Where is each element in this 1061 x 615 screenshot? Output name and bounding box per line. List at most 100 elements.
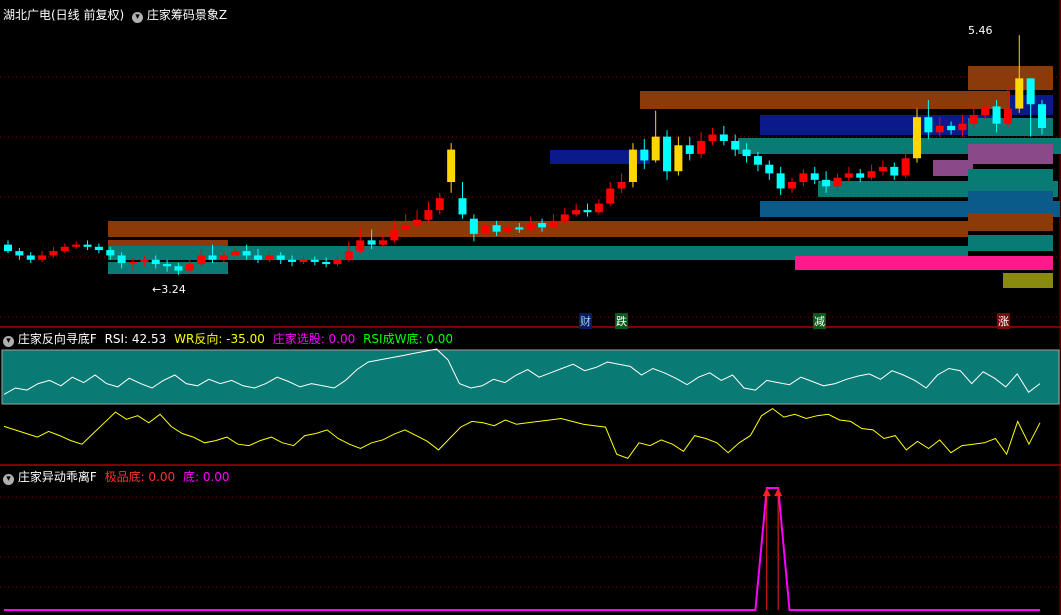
chevron-down-icon[interactable]: ▾ xyxy=(3,474,14,485)
candle-body xyxy=(731,140,740,150)
candle-body xyxy=(310,259,319,262)
candle-body xyxy=(663,136,672,172)
candle-body xyxy=(969,115,978,124)
candle-body xyxy=(435,198,444,211)
chart-canvas xyxy=(0,0,1061,615)
band-olive xyxy=(1003,273,1053,288)
panel3-indicator[interactable]: 庄家异动乖离F xyxy=(18,470,97,484)
bottom-arrow xyxy=(774,488,783,496)
panel3-title-row: ▾ 庄家异动乖离F 极品底: 0.00 底: 0.00 xyxy=(3,468,230,485)
candle-body xyxy=(958,123,967,131)
rsi-panel-fill xyxy=(1,349,1060,405)
candle-body xyxy=(288,259,297,262)
band-navy-r xyxy=(968,191,1053,209)
band-purple xyxy=(968,144,1053,164)
candle-body xyxy=(356,240,365,252)
indicator-name[interactable]: 庄家筹码景象Z xyxy=(147,8,227,22)
chevron-down-icon[interactable]: ▾ xyxy=(3,336,14,347)
candle-body xyxy=(344,251,353,260)
chevron-down-icon[interactable]: ▾ xyxy=(132,12,144,23)
candle-body xyxy=(594,203,603,213)
high-price-label: 5.46 xyxy=(968,24,993,37)
candle-body xyxy=(935,125,944,133)
wr-line xyxy=(3,407,1041,460)
band-pink xyxy=(795,256,1053,270)
candle-body xyxy=(333,259,342,265)
candle-body xyxy=(640,149,649,161)
candle-body xyxy=(697,140,706,154)
candle-body xyxy=(674,145,683,172)
candle-body xyxy=(208,255,217,260)
candle-body xyxy=(163,264,172,267)
candle-body xyxy=(788,182,797,189)
candle-body xyxy=(49,251,58,256)
candle-body xyxy=(94,246,103,251)
candle-body xyxy=(981,106,990,116)
panel2-indicator[interactable]: 庄家反向寻底F xyxy=(18,332,97,346)
candle-body xyxy=(1003,108,1012,124)
candle-body xyxy=(799,173,808,182)
band-teal-r2 xyxy=(968,169,1053,187)
candle-body xyxy=(128,261,137,264)
candle-body xyxy=(26,255,35,260)
stock-title[interactable]: 湖北广电(日线 前复权) xyxy=(3,8,124,22)
candle-body xyxy=(901,158,910,176)
candle-body xyxy=(628,149,637,182)
candle-body xyxy=(719,134,728,141)
candle-body xyxy=(401,225,410,230)
candle-body xyxy=(890,166,899,176)
band-purple-2 xyxy=(933,160,973,176)
candle-body xyxy=(424,210,433,220)
rsi-value: RSI: 42.53 xyxy=(104,332,167,346)
band-teal-r3 xyxy=(968,235,1053,251)
candle-body xyxy=(197,255,206,265)
candle-body xyxy=(765,164,774,174)
candle-body xyxy=(844,173,853,178)
candle-body xyxy=(1015,78,1024,109)
candle-body xyxy=(106,250,115,256)
candle-body xyxy=(867,171,876,178)
candle-body xyxy=(538,223,547,228)
candle-body xyxy=(833,177,842,187)
candle-body xyxy=(924,117,933,133)
di-value: 底: 0.00 xyxy=(182,470,230,484)
jipin-value: 极品底: 0.00 xyxy=(104,470,176,484)
band-brown-r xyxy=(968,213,1053,231)
candle-body xyxy=(708,134,717,141)
candle-body xyxy=(549,220,558,228)
tag-die: 跌 xyxy=(615,313,628,329)
candle-body xyxy=(83,244,92,247)
candle-body xyxy=(367,240,376,245)
panel1-title-row: 湖北广电(日线 前复权) ▾ 庄家筹码景象Z xyxy=(3,6,227,23)
candle-body xyxy=(242,251,251,256)
candle-body xyxy=(776,173,785,189)
candle-body xyxy=(38,255,47,260)
candle-body xyxy=(1038,104,1046,128)
candle-body xyxy=(253,255,262,260)
candle-body xyxy=(560,214,569,221)
candle-body xyxy=(606,188,615,204)
candle-body xyxy=(617,182,626,189)
candlestick-series xyxy=(4,35,1046,275)
candle-body xyxy=(378,240,387,245)
candle-body xyxy=(413,219,422,226)
candle-body xyxy=(515,227,524,230)
candle-body xyxy=(469,218,478,234)
rsi-w-value: RSI成W底: 0.00 xyxy=(363,332,454,346)
tag-jian: 减 xyxy=(813,313,826,329)
candle-body xyxy=(685,145,694,154)
candle-body xyxy=(526,223,535,230)
candle-body xyxy=(140,259,149,262)
bottom-signal-series xyxy=(4,487,1040,611)
candle-body xyxy=(992,106,1001,124)
candle-body xyxy=(219,255,228,260)
low-price-label: ←3.24 xyxy=(152,283,186,296)
bottom-arrow xyxy=(762,488,771,496)
candle-body xyxy=(651,136,660,161)
candle-body xyxy=(265,255,274,260)
candle-body xyxy=(447,149,456,182)
candle-body xyxy=(4,244,12,252)
candle-body xyxy=(822,179,831,187)
candle-body xyxy=(174,266,183,271)
candle-body xyxy=(947,125,956,131)
